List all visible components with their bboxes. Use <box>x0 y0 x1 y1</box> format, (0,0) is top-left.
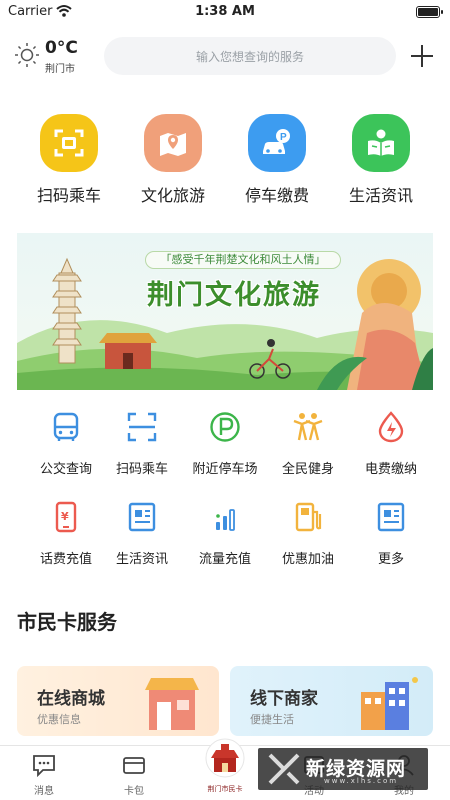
tab-label: 荆门市民卡 <box>207 785 243 793</box>
message-icon <box>33 755 55 778</box>
culture-tourism-banner[interactable]: 「感受千年荆楚文化和风土人情」 荆门文化旅游 <box>17 233 433 390</box>
fitness-icon <box>293 413 323 441</box>
phone-bill-icon: ¥ <box>55 501 77 533</box>
card-title: 线下商家 <box>250 689 318 709</box>
grid-item-life-news[interactable]: 生活资讯 <box>97 500 187 567</box>
parking-icon <box>210 412 240 442</box>
grid-item-scan-ride[interactable]: 扫码乘车 <box>97 410 187 477</box>
status-time: 1:38 AM <box>195 4 255 19</box>
grid-item-label: 电费缴纳 <box>364 462 417 477</box>
main-service-life-news[interactable]: 生活资讯 <box>326 114 436 206</box>
main-services: 扫码乘车 文化旅游 P 停车缴费 生活资讯 <box>0 114 450 214</box>
card-offline-merchants[interactable]: 线下商家 便捷生活 <box>230 666 433 736</box>
tab-messages[interactable]: 消息 <box>9 752 79 797</box>
grid-item-label: 附近停车场 <box>192 462 258 477</box>
electricity-icon <box>378 411 404 443</box>
wallet-icon <box>123 757 145 774</box>
search-input[interactable]: 输入您想查询的服务 <box>104 37 396 75</box>
plus-icon[interactable] <box>408 42 436 70</box>
main-service-culture-tourism[interactable]: 文化旅游 <box>118 114 228 206</box>
section-title: 市民卡服务 <box>17 610 117 634</box>
watermark: 新绿资源网 www.xlhs.com <box>258 748 428 790</box>
shop-icon <box>145 678 199 730</box>
scan-icon <box>127 412 157 442</box>
grid-item-data-recharge[interactable]: 流量充值 <box>180 500 270 567</box>
card-subtitle: 优惠信息 <box>37 713 81 726</box>
svg-text:P: P <box>280 132 287 143</box>
grid-item-label: 扫码乘车 <box>115 462 168 477</box>
banner-title: 荆门文化旅游 <box>147 280 321 311</box>
grid-item-nearby-parking[interactable]: 附近停车场 <box>180 410 270 477</box>
watermark-url: www.xlhs.com <box>324 777 399 785</box>
grid-item-electricity-payment[interactable]: 电费缴纳 <box>346 410 436 477</box>
banner-subtitle: 「感受千年荆楚文化和风土人情」 <box>145 251 341 269</box>
main-service-label: 文化旅游 <box>140 186 205 205</box>
card-subtitle: 便捷生活 <box>250 713 294 726</box>
status-bar: Carrier 1:38 AM <box>0 0 450 24</box>
main-service-label: 扫码乘车 <box>36 186 101 205</box>
main-service-parking-payment[interactable]: P 停车缴费 <box>222 114 332 206</box>
header: 0°C 荆门市 输入您想查询的服务 <box>0 30 450 80</box>
grid-item-fuel-discount[interactable]: 优惠加油 <box>263 500 353 567</box>
bus-icon <box>53 412 79 441</box>
grid-item-label: 优惠加油 <box>281 552 334 567</box>
tab-label: 消息 <box>34 786 54 797</box>
store-buildings-icon <box>361 677 418 730</box>
grid-item-label: 全民健身 <box>281 462 334 477</box>
card-title: 在线商城 <box>37 689 105 709</box>
scan-icon <box>40 114 98 172</box>
news-icon <box>128 502 156 532</box>
watermark-logo-icon <box>268 753 300 785</box>
reading-person-icon <box>352 114 410 172</box>
main-service-label: 停车缴费 <box>244 186 309 205</box>
tab-label: 卡包 <box>124 786 144 797</box>
card-online-mall[interactable]: 在线商城 优惠信息 <box>17 666 219 736</box>
main-service-scan[interactable]: 扫码乘车 <box>14 114 124 206</box>
more-icon <box>377 502 405 532</box>
grid-item-label: 生活资讯 <box>115 552 168 567</box>
grid-item-label: 更多 <box>377 552 404 567</box>
city-name: 荆门市 <box>45 64 75 75</box>
grid-item-more[interactable]: 更多 <box>346 500 436 567</box>
parking-car-icon: P <box>248 114 306 172</box>
fuel-icon <box>295 502 322 532</box>
tab-citizen-card[interactable]: 荆门市民卡 <box>203 736 247 800</box>
main-service-label: 生活资讯 <box>348 186 413 205</box>
grid-item-label: 流量充值 <box>198 552 251 567</box>
battery-icon <box>416 6 443 18</box>
temperature: 0°C <box>45 38 78 58</box>
sun-icon <box>15 43 39 67</box>
svg-text:¥: ¥ <box>61 510 69 523</box>
tab-wallet[interactable]: 卡包 <box>99 752 169 797</box>
map-icon <box>144 114 202 172</box>
grid-item-national-fitness[interactable]: 全民健身 <box>263 410 353 477</box>
data-bars-icon <box>216 509 235 531</box>
citizen-card-logo-icon <box>205 738 245 778</box>
